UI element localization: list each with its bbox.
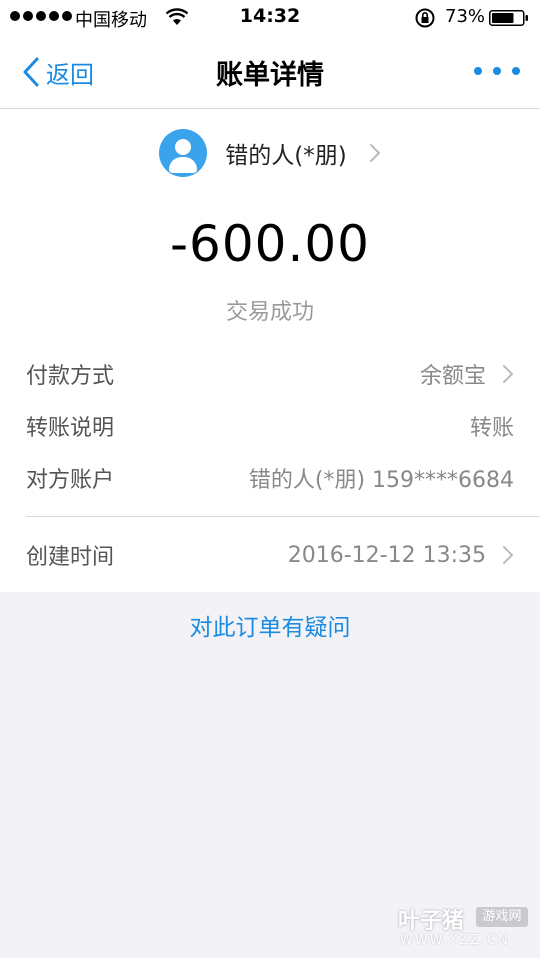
watermark-brand: 叶子猪 (398, 909, 465, 934)
battery-icon (489, 10, 528, 26)
chevron-right-icon (503, 546, 513, 564)
payment-method-label: 付款方式 (26, 364, 115, 389)
created-time-value: 2016-12-12 13:35 (287, 542, 486, 568)
transfer-remark-value: 转账 (469, 416, 514, 441)
counterparty-account-label: 对方账户 (26, 468, 115, 493)
transfer-remark-row: 转账说明 转账 (26, 406, 514, 446)
orientation-lock-icon (415, 8, 435, 28)
user-avatar-icon (159, 129, 208, 177)
chevron-right-icon (503, 365, 513, 383)
transaction-status: 交易成功 (225, 300, 314, 325)
counterparty-account-value: 错的人(*朋) 159****6684 (248, 468, 514, 493)
bill-detail-card: 错的人(*朋) -600.00 交易成功 付款方式 余额宝 转账说明 转账 对方… (0, 109, 540, 592)
payment-method-value: 余额宝 (419, 364, 486, 389)
status-bar: 中国移动 14:32 73% (0, 0, 540, 36)
watermark-badge: 游戏网 (476, 907, 528, 927)
watermark-url: WWW.YZZ.CN (400, 933, 510, 948)
transaction-amount: -600.00 (170, 215, 370, 273)
order-question-link[interactable]: 对此订单有疑问 (0, 608, 540, 642)
payee-row[interactable]: 错的人(*朋) (0, 125, 540, 181)
payee-name: 错的人(*朋) (225, 143, 347, 169)
payment-method-row[interactable]: 付款方式 余额宝 (26, 354, 514, 394)
created-time-label: 创建时间 (26, 545, 115, 570)
more-dots-icon[interactable] (474, 64, 520, 78)
created-time-row[interactable]: 创建时间 2016-12-12 13:35 (26, 535, 514, 575)
watermark-logo: 叶子猪 游戏网 WWW.YZZ.CN (398, 903, 530, 953)
chevron-right-icon (369, 144, 380, 162)
counterparty-account-row: 对方账户 错的人(*朋) 159****6684 (26, 458, 514, 498)
page-title: 账单详情 (216, 60, 324, 91)
transfer-remark-label: 转账说明 (26, 416, 115, 441)
divider (26, 516, 540, 517)
battery-percent: 73% (445, 6, 486, 27)
navigation-bar: 返回 账单详情 (0, 36, 540, 109)
